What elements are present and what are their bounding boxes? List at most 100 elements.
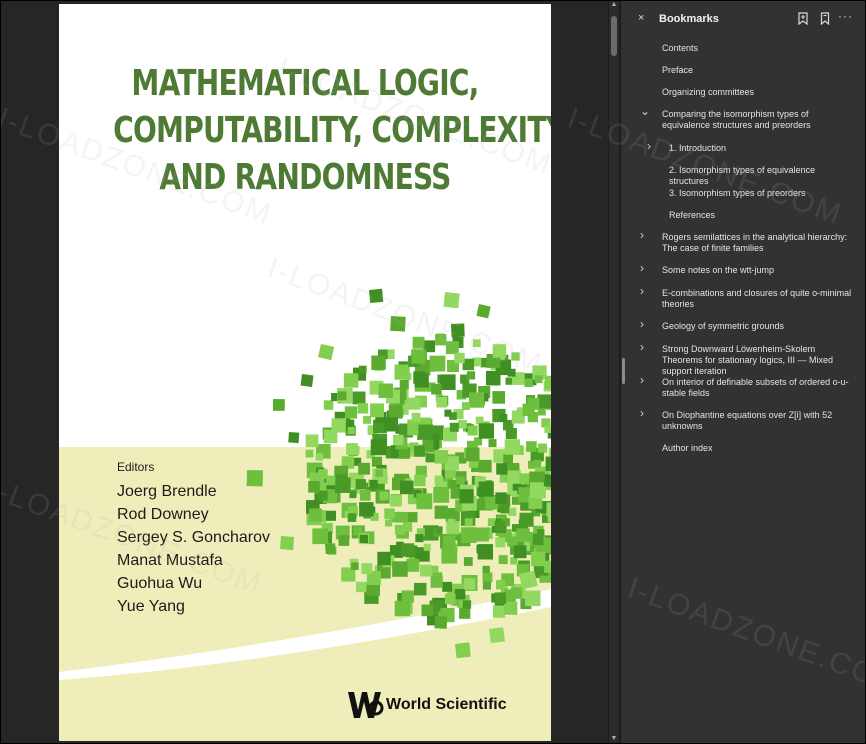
- cube-shape: [318, 344, 335, 361]
- cube-shape: [433, 486, 450, 503]
- bookmark-icon[interactable]: [819, 12, 831, 25]
- bookmark-item[interactable]: On Diophantine equations over Z[i] with …: [662, 410, 853, 432]
- cube-shape: [400, 480, 414, 495]
- cube-shape: [492, 344, 507, 358]
- cube-shape: [279, 536, 295, 551]
- cube-shape: [463, 557, 473, 566]
- bookmark-item[interactable]: 2. Isomorphism types of equivalence stru…: [669, 165, 853, 187]
- bookmark-item[interactable]: References: [669, 210, 853, 221]
- cube-shape: [460, 527, 477, 543]
- bookmark-item[interactable]: Strong Downward Löwenheim-Skolem Theorem…: [662, 344, 853, 377]
- cube-shape: [454, 588, 466, 600]
- bookmark-item[interactable]: Preface: [662, 65, 853, 76]
- bookmark-item[interactable]: On interior of definable subsets of orde…: [662, 377, 853, 399]
- chevron-right-icon[interactable]: ›: [640, 262, 644, 274]
- panel-title: Bookmarks: [659, 13, 719, 25]
- bookmark-item[interactable]: 3. Isomorphism types of preorders: [669, 188, 853, 199]
- bookmark-item[interactable]: Contents: [662, 43, 853, 54]
- cube-shape: [396, 511, 408, 523]
- close-icon[interactable]: ×: [638, 12, 644, 24]
- cube-shape: [357, 403, 369, 414]
- cube-shape: [492, 391, 505, 404]
- bookmark-item[interactable]: Some notes on the wtt-jump: [662, 265, 853, 276]
- cube-shape: [462, 600, 472, 609]
- bookmark-item[interactable]: 1. Introduction: [669, 143, 853, 154]
- scrollbar-thumb[interactable]: [611, 16, 617, 56]
- scroll-up-arrow-icon[interactable]: ▲: [609, 0, 619, 10]
- cube-shape: [309, 508, 322, 522]
- cube-shape: [518, 570, 538, 590]
- bookmark-item[interactable]: Organizing committees: [662, 87, 853, 98]
- bookmark-item[interactable]: Rogers semilattices in the analytical hi…: [662, 232, 853, 254]
- chevron-down-icon[interactable]: ⌄: [640, 105, 650, 117]
- bookmark-item[interactable]: Author index: [662, 443, 853, 454]
- bookmark-item[interactable]: Geology of symmetric grounds: [662, 321, 853, 332]
- editor-name: Rod Downey: [117, 506, 209, 523]
- cube-shape: [495, 537, 506, 548]
- cube-shape: [359, 489, 371, 501]
- chevron-right-icon[interactable]: ›: [640, 318, 644, 330]
- cube-shape: [496, 580, 506, 590]
- cube-shape: [448, 479, 457, 489]
- cube-shape: [378, 383, 393, 398]
- cube-shape: [435, 526, 443, 534]
- cube-shape: [400, 543, 415, 557]
- cube-shape: [379, 491, 389, 501]
- cube-shape: [355, 581, 367, 593]
- cube-shape: [414, 445, 425, 457]
- cube-shape: [495, 492, 507, 504]
- cube-shape: [425, 453, 435, 463]
- chevron-right-icon[interactable]: ›: [640, 374, 644, 386]
- cube-shape: [369, 479, 378, 489]
- cube-shape: [504, 439, 521, 455]
- cube-shape: [392, 561, 408, 577]
- cube-shape: [375, 469, 383, 477]
- cube-shape: [434, 450, 448, 464]
- cube-shape: [458, 419, 467, 429]
- panel-resize-handle[interactable]: [622, 358, 625, 384]
- cube-shape: [347, 426, 355, 435]
- publisher: World Scientific: [346, 688, 507, 722]
- bookmark-item[interactable]: E-combinations and closures of quite o-m…: [662, 288, 853, 310]
- cube-shape: [394, 600, 411, 617]
- document-scrollbar[interactable]: [609, 0, 619, 744]
- cube-shape: [434, 505, 448, 519]
- cube-shape: [390, 316, 406, 332]
- document-viewport[interactable]: MATHEMATICAL LOGIC, COMPUTABILITY, COMPL…: [0, 0, 608, 744]
- green-cube-illustration: [246, 288, 551, 659]
- cube-shape: [464, 518, 473, 527]
- cube-shape: [456, 476, 465, 485]
- scroll-down-arrow-icon[interactable]: ▼: [609, 734, 619, 744]
- cube-shape: [315, 453, 324, 461]
- world-scientific-logo-icon: [348, 692, 384, 718]
- cube-shape: [507, 470, 521, 484]
- cube-shape: [447, 518, 456, 527]
- cube-shape: [337, 391, 347, 401]
- cube-shape: [431, 565, 439, 573]
- cube-shape: [545, 456, 551, 471]
- bookmark-item[interactable]: Comparing the isomorphism types of equiv…: [662, 109, 853, 131]
- cube-shape: [416, 493, 433, 510]
- cube-shape: [499, 414, 508, 422]
- editor-name: Yue Yang: [117, 598, 185, 615]
- cube-shape: [407, 512, 418, 523]
- chevron-right-icon[interactable]: ›: [640, 341, 644, 353]
- cube-shape: [423, 543, 431, 551]
- cube-shape: [503, 454, 513, 464]
- cube-shape: [477, 544, 493, 560]
- chevron-right-icon[interactable]: ›: [640, 229, 644, 241]
- add-bookmark-icon[interactable]: [797, 12, 809, 25]
- cube-shape: [411, 412, 421, 422]
- cube-shape: [443, 535, 456, 548]
- cube-shape: [496, 463, 508, 475]
- cube-shape: [444, 593, 456, 605]
- cube-shape: [533, 459, 542, 468]
- chevron-right-icon[interactable]: ›: [640, 407, 644, 419]
- chevron-right-icon[interactable]: ›: [640, 285, 644, 297]
- chevron-right-icon[interactable]: ›: [647, 140, 651, 152]
- cube-shape: [479, 459, 492, 473]
- cube-shape: [412, 336, 425, 349]
- more-options-icon[interactable]: ···: [838, 9, 853, 23]
- cube-shape: [325, 543, 336, 555]
- cube-shape: [445, 341, 459, 355]
